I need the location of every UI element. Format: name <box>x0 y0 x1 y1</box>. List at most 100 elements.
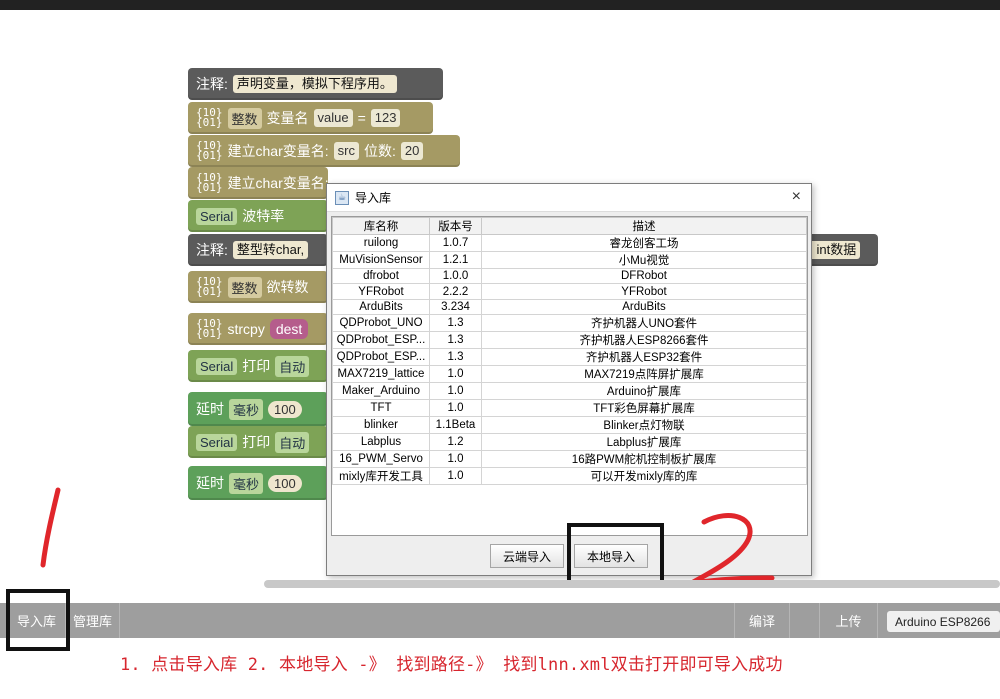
char-name[interactable]: src <box>333 142 359 160</box>
serial-baud-block[interactable]: Serial 波特率 <box>188 200 328 232</box>
library-description-cell: 可以开发mixly库的库 <box>481 467 807 486</box>
library-name-cell: dfrobot <box>332 267 430 285</box>
serial-dropdown[interactable]: Serial <box>196 357 238 375</box>
instruction-text: 1. 点击导入库 2. 本地导入 -》 找到路径-》 找到lnn.xml双击打开… <box>120 655 783 675</box>
board-select[interactable]: Arduino ESP8266 <box>887 611 1000 632</box>
len-label: 位数: <box>363 143 396 159</box>
delay-block[interactable]: 延时 毫秒 100 <box>188 466 328 500</box>
library-version-cell: 1.0 <box>429 365 482 384</box>
char-dest-block[interactable]: {10} {01} 建立char变量名: <box>188 167 328 199</box>
table-row[interactable]: QDProbot_ESP... 1.3 齐护机器人ESP32套件 <box>332 348 807 367</box>
comment-text[interactable]: 整型转char, <box>232 241 309 259</box>
table-row[interactable]: blinker 1.1Beta Blinker点灯物联 <box>332 416 807 435</box>
function-icon: {10} {01} <box>196 317 223 340</box>
table-row[interactable]: ruilong 1.0.7 睿龙创客工场 <box>332 234 807 252</box>
library-name-cell: QDProbot_ESP... <box>332 348 430 367</box>
strcpy-arg[interactable]: dest <box>269 319 309 339</box>
comment-block[interactable]: 注释: 整型转char, <box>188 234 328 266</box>
table-row[interactable]: Labplus 1.2 Labplus扩展库 <box>332 433 807 452</box>
serial-dropdown[interactable]: Serial <box>196 433 238 451</box>
comment-text-tail: l int数据 <box>806 241 861 259</box>
int-convert-block[interactable]: {10} {01} 整数 欲转数 <box>188 271 328 303</box>
baud-label: 波特率 <box>242 208 285 224</box>
comment-text[interactable]: 声明变量，模拟下程序用。 <box>232 75 397 93</box>
variable-name[interactable]: value <box>313 109 353 127</box>
horizontal-scrollbar[interactable] <box>264 580 1000 588</box>
serial-dropdown[interactable]: Serial <box>196 207 238 225</box>
print-label: 打印 <box>242 358 271 374</box>
strcpy-label: strcpy <box>227 321 265 337</box>
column-header-version[interactable]: 版本号 <box>429 217 482 235</box>
table-header-row: 库名称 版本号 描述 <box>332 217 807 235</box>
library-version-cell: 1.2 <box>429 433 482 452</box>
library-name-cell: MuVisionSensor <box>332 251 430 269</box>
library-version-cell: 1.0 <box>429 399 482 418</box>
manage-library-button[interactable]: 管理库 <box>66 603 120 638</box>
char-len[interactable]: 20 <box>400 142 424 160</box>
column-header-name[interactable]: 库名称 <box>332 217 430 235</box>
delay-unit[interactable]: 毫秒 <box>229 472 264 494</box>
library-name-cell: mixly库开发工具 <box>332 467 430 486</box>
table-row[interactable]: 16_PWM_Servo 1.0 16路PWM舵机控制板扩展库 <box>332 450 807 469</box>
annotation-mark-1 <box>40 487 61 568</box>
variable-value[interactable]: 123 <box>370 109 401 127</box>
library-description-cell: YFRobot <box>481 283 807 300</box>
table-row[interactable]: Maker_Arduino 1.0 Arduino扩展库 <box>332 382 807 401</box>
variable-icon: {10} {01} <box>196 106 223 129</box>
delay-label: 延时 <box>196 401 224 417</box>
upload-button[interactable]: 上传 <box>820 603 878 638</box>
table-row[interactable]: MAX7219_lattice 1.0 MAX7219点阵屏扩展库 <box>332 365 807 384</box>
library-version-cell: 3.234 <box>429 298 482 316</box>
print-mode[interactable]: 自动 <box>275 355 310 377</box>
type-dropdown[interactable]: 整数 <box>227 276 262 298</box>
char-src-block[interactable]: {10} {01} 建立char变量名: src 位数: 20 <box>188 135 460 167</box>
table-row[interactable]: ArduBits 3.234 ArduBits <box>332 298 807 316</box>
comment-label: 注释: <box>196 76 228 92</box>
library-name-cell: Maker_Arduino <box>332 382 430 401</box>
library-name-cell: YFRobot <box>332 283 430 300</box>
print-mode[interactable]: 自动 <box>275 431 310 453</box>
table-row[interactable]: dfrobot 1.0.0 DFRobot <box>332 267 807 285</box>
compile-button[interactable]: 编译 <box>734 603 790 638</box>
column-header-description[interactable]: 描述 <box>481 217 807 235</box>
table-row[interactable]: mixly库开发工具 1.0 可以开发mixly库的库 <box>332 467 807 486</box>
library-version-cell: 1.0.0 <box>429 267 482 285</box>
dialog-title: 导入库 <box>355 191 392 205</box>
library-name-cell: ruilong <box>332 234 430 252</box>
variable-icon: {10} {01} <box>196 139 223 162</box>
type-dropdown[interactable]: 整数 <box>227 107 262 129</box>
library-description-cell: 睿龙创客工场 <box>481 234 807 252</box>
table-row[interactable]: TFT 1.0 TFT彩色屏幕扩展库 <box>332 399 807 418</box>
comment-block[interactable]: 注释: 声明变量，模拟下程序用。 <box>188 68 443 100</box>
cloud-import-button[interactable]: 云端导入 <box>489 544 564 568</box>
strcpy-block[interactable]: {10} {01} strcpy dest <box>188 313 328 345</box>
library-description-cell: 齐护机器人ESP8266套件 <box>481 331 807 350</box>
library-description-cell: DFRobot <box>481 267 807 285</box>
table-row[interactable]: MuVisionSensor 1.2.1 小Mu视觉 <box>332 251 807 269</box>
variable-icon: {10} {01} <box>196 275 223 298</box>
delay-value[interactable]: 100 <box>268 400 302 418</box>
library-description-cell: ArduBits <box>481 298 807 316</box>
library-version-cell: 1.0 <box>429 450 482 469</box>
table-row[interactable]: YFRobot 2.2.2 YFRobot <box>332 283 807 300</box>
serial-print-block[interactable]: Serial 打印 自动 <box>188 426 328 458</box>
table-row[interactable]: QDProbot_ESP... 1.3 齐护机器人ESP8266套件 <box>332 331 807 350</box>
library-name-cell: QDProbot_UNO <box>332 314 430 333</box>
convert-label: 欲转数 <box>266 279 309 295</box>
int-variable-block[interactable]: {10} {01} 整数 变量名 value = 123 <box>188 102 433 134</box>
delay-unit[interactable]: 毫秒 <box>229 398 264 420</box>
close-icon[interactable]: × <box>792 188 801 206</box>
library-name-cell: TFT <box>332 399 430 418</box>
import-library-dialog: ☕ 导入库 × 库名称 版本号 描述 ruilong 1.0.7 睿龙创客工场 MuV… <box>326 183 812 576</box>
bottom-toolbar: 导入库 管理库 编译 上传 Arduino ESP8266 <box>0 603 1000 638</box>
delay-block[interactable]: 延时 毫秒 100 <box>188 392 328 426</box>
library-version-cell: 1.3 <box>429 314 482 333</box>
delay-value[interactable]: 100 <box>268 474 302 492</box>
library-name-cell: ArduBits <box>332 298 430 316</box>
table-row[interactable]: QDProbot_UNO 1.3 齐护机器人UNO套件 <box>332 314 807 333</box>
serial-print-block[interactable]: Serial 打印 自动 <box>188 350 328 382</box>
library-description-cell: 16路PWM舵机控制板扩展库 <box>481 450 807 469</box>
library-description-cell: Labplus扩展库 <box>481 433 807 452</box>
library-table-body: ruilong 1.0.7 睿龙创客工场 MuVisionSensor 1.2.1 小Mu… <box>332 234 807 486</box>
library-version-cell: 1.0.7 <box>429 234 482 252</box>
